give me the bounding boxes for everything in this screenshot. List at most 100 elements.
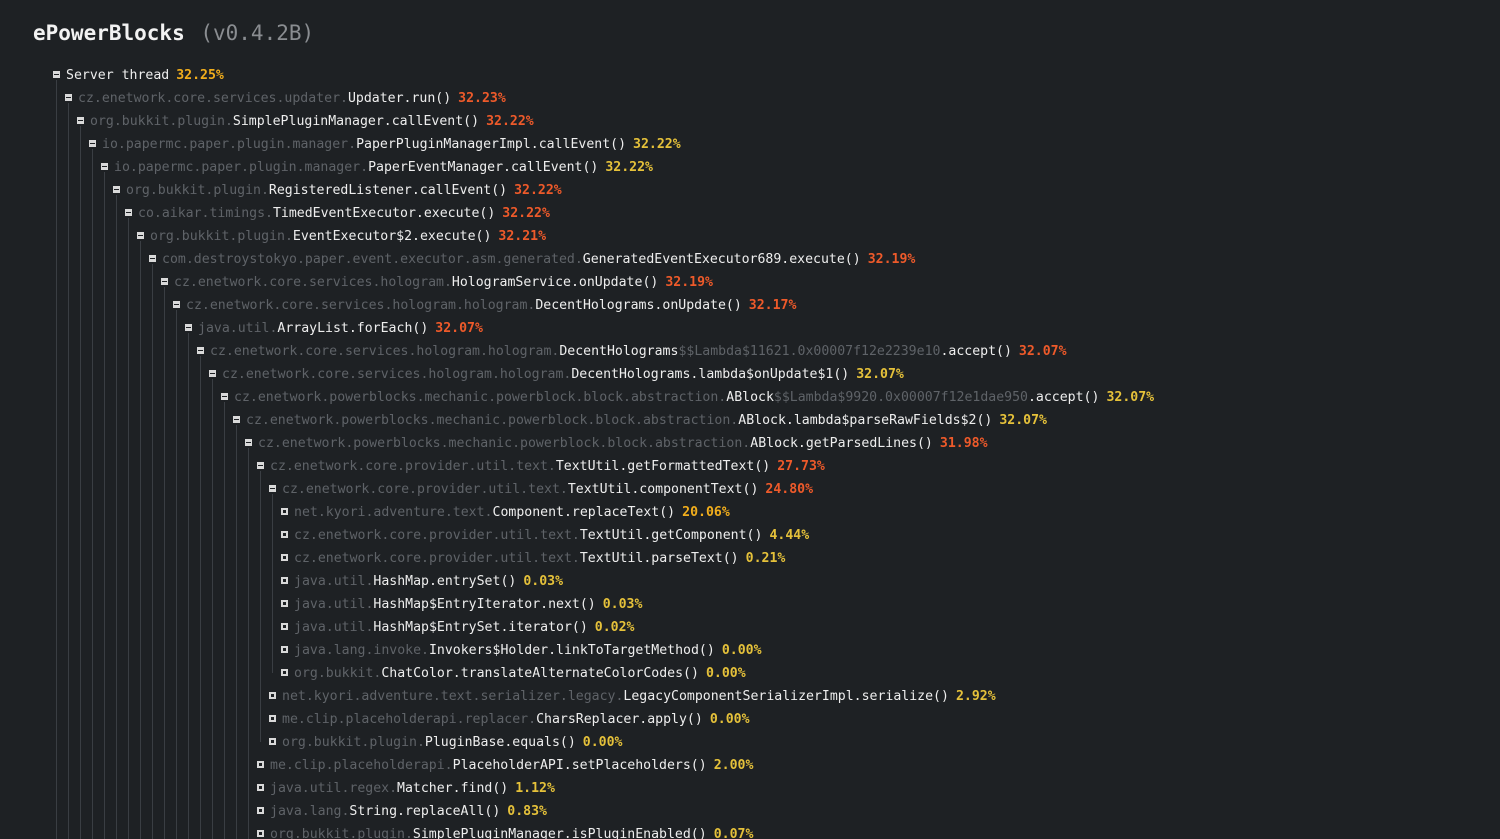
- tree-node[interactable]: cz.enetwork.core.provider.util.text.Text…: [257, 455, 825, 478]
- collapse-toggle-icon[interactable]: [209, 370, 216, 377]
- tree-node[interactable]: cz.enetwork.core.services.hologram.holog…: [173, 294, 796, 317]
- collapse-toggle-icon[interactable]: [125, 209, 132, 216]
- node-percentage: 0.00%: [582, 735, 623, 750]
- node-package: java.util.: [198, 321, 278, 336]
- tree-node[interactable]: cz.enetwork.powerblocks.mechanic.powerbl…: [221, 386, 1154, 409]
- tree-node[interactable]: org.bukkit.ChatColor.translateAlternateC…: [281, 662, 746, 685]
- tree-node[interactable]: me.clip.placeholderapi.PlaceholderAPI.se…: [257, 754, 753, 777]
- collapse-toggle-icon[interactable]: [233, 416, 240, 423]
- node-method: PaperEventManager.callEvent(): [368, 160, 599, 175]
- tree-node[interactable]: cz.enetwork.core.services.hologram.Holog…: [161, 271, 713, 294]
- tree-node[interactable]: org.bukkit.plugin.SimplePluginManager.is…: [257, 823, 753, 839]
- collapse-toggle-icon[interactable]: [185, 324, 192, 331]
- collapse-toggle-icon[interactable]: [257, 462, 264, 469]
- node-percentage: 2.00%: [713, 758, 754, 773]
- node-package: cz.enetwork.powerblocks.mechanic.powerbl…: [234, 390, 727, 405]
- tree-node[interactable]: java.util.HashMap$EntryIterator.next() 0.…: [281, 593, 642, 616]
- collapse-toggle-icon[interactable]: [137, 232, 144, 239]
- expand-toggle-icon[interactable]: [257, 761, 264, 768]
- collapse-toggle-icon[interactable]: [173, 301, 180, 308]
- collapse-toggle-icon[interactable]: [269, 485, 276, 492]
- tree-node[interactable]: java.util.ArrayList.forEach() 32.07%: [185, 317, 483, 340]
- node-method: TimedEventExecutor.execute(): [272, 206, 496, 221]
- tree-node[interactable]: java.util.HashMap.entrySet() 0.03%: [281, 570, 563, 593]
- tree-node[interactable]: java.util.HashMap$EntrySet.iterator() 0.0…: [281, 616, 634, 639]
- tree-node[interactable]: Server thread 32.25%: [53, 64, 224, 87]
- node-package: net.kyori.adventure.text.serializer.lega…: [282, 689, 624, 704]
- node-percentage: 0.00%: [705, 666, 746, 681]
- collapse-toggle-icon[interactable]: [161, 278, 168, 285]
- node-package: org.bukkit.plugin.: [282, 735, 425, 750]
- node-method: PlaceholderAPI.setPlaceholders(): [452, 758, 707, 773]
- tree-node[interactable]: java.lang.invoke.Invokers$Holder.linkToT…: [281, 639, 762, 662]
- collapse-toggle-icon[interactable]: [77, 117, 84, 124]
- expand-toggle-icon[interactable]: [281, 577, 288, 584]
- tree-node[interactable]: cz.enetwork.core.provider.util.text.Text…: [269, 478, 813, 501]
- node-method: HologramService.onUpdate(): [451, 275, 659, 290]
- tree-node[interactable]: cz.enetwork.core.services.hologram.holog…: [197, 340, 1067, 363]
- tree-guide-line: [140, 241, 141, 839]
- tree-guide-line: [104, 172, 105, 839]
- collapse-toggle-icon[interactable]: [113, 186, 120, 193]
- node-percentage: 32.22%: [502, 206, 550, 221]
- tree-node[interactable]: net.kyori.adventure.text.Component.repla…: [281, 501, 730, 524]
- expand-toggle-icon[interactable]: [269, 692, 276, 699]
- tree-node[interactable]: cz.enetwork.core.provider.util.text.Text…: [281, 547, 785, 570]
- collapse-toggle-icon[interactable]: [53, 71, 60, 78]
- tree-guide-line: [176, 310, 177, 839]
- expand-toggle-icon[interactable]: [281, 646, 288, 653]
- tree-node[interactable]: org.bukkit.plugin.PluginBase.equals() 0.0…: [269, 731, 622, 754]
- collapse-toggle-icon[interactable]: [245, 439, 252, 446]
- node-percentage: 32.07%: [999, 413, 1047, 428]
- tree-node[interactable]: org.bukkit.plugin.RegisteredListener.cal…: [113, 179, 562, 202]
- tree-node[interactable]: java.util.regex.Matcher.find() 1.12%: [257, 777, 555, 800]
- tree-node[interactable]: java.lang.String.replaceAll() 0.83%: [257, 800, 547, 823]
- tree-node[interactable]: io.papermc.paper.plugin.manager.PaperPlu…: [89, 133, 681, 156]
- expand-toggle-icon[interactable]: [281, 508, 288, 515]
- expand-toggle-icon[interactable]: [281, 600, 288, 607]
- tree-guide-line: [68, 103, 69, 839]
- collapse-toggle-icon[interactable]: [149, 255, 156, 262]
- tree-guide-line: [248, 448, 249, 839]
- tree-node[interactable]: co.aikar.timings.TimedEventExecutor.exec…: [125, 202, 550, 225]
- tree-node[interactable]: cz.enetwork.core.provider.util.text.Text…: [281, 524, 809, 547]
- tree-node[interactable]: io.papermc.paper.plugin.manager.PaperEve…: [101, 156, 653, 179]
- node-percentage: 32.22%: [605, 160, 653, 175]
- expand-toggle-icon[interactable]: [257, 830, 264, 837]
- expand-toggle-icon[interactable]: [281, 531, 288, 538]
- tree-node[interactable]: cz.enetwork.core.services.updater.Update…: [65, 87, 506, 110]
- node-percentage: 20.06%: [682, 505, 730, 520]
- expand-toggle-icon[interactable]: [269, 738, 276, 745]
- collapse-toggle-icon[interactable]: [101, 163, 108, 170]
- tree-node[interactable]: cz.enetwork.powerblocks.mechanic.powerbl…: [245, 432, 988, 455]
- node-percentage: 32.22%: [514, 183, 562, 198]
- collapse-toggle-icon[interactable]: [65, 94, 72, 101]
- node-method: RegisteredListener.callEvent(): [268, 183, 508, 198]
- tree-node[interactable]: org.bukkit.plugin.EventExecutor$2.execut…: [137, 225, 546, 248]
- expand-toggle-icon[interactable]: [257, 784, 264, 791]
- node-method: DecentHolograms: [559, 344, 679, 359]
- expand-toggle-icon[interactable]: [257, 807, 264, 814]
- node-method-suffix: .accept(): [1027, 390, 1100, 405]
- expand-toggle-icon[interactable]: [281, 623, 288, 630]
- collapse-toggle-icon[interactable]: [221, 393, 228, 400]
- tree-node[interactable]: org.bukkit.plugin.SimplePluginManager.ca…: [77, 110, 534, 133]
- expand-toggle-icon[interactable]: [269, 715, 276, 722]
- node-package: co.aikar.timings.: [138, 206, 273, 221]
- node-percentage: 32.25%: [176, 68, 224, 83]
- node-percentage: 24.80%: [765, 482, 814, 497]
- node-package: org.bukkit.plugin.: [150, 229, 293, 244]
- tree-node[interactable]: cz.enetwork.core.services.hologram.holog…: [209, 363, 904, 386]
- node-percentage: 27.73%: [777, 459, 825, 474]
- node-percentage: 1.12%: [515, 781, 555, 796]
- tree-node[interactable]: me.clip.placeholderapi.replacer.CharsRep…: [269, 708, 750, 731]
- node-method: Invokers$Holder.linkToTargetMethod(): [428, 643, 715, 658]
- node-package: cz.enetwork.core.provider.util.text.: [282, 482, 568, 497]
- tree-node[interactable]: net.kyori.adventure.text.serializer.lega…: [269, 685, 996, 708]
- collapse-toggle-icon[interactable]: [197, 347, 204, 354]
- tree-node[interactable]: com.destroystokyo.paper.event.executor.a…: [149, 248, 915, 271]
- tree-node[interactable]: cz.enetwork.powerblocks.mechanic.powerbl…: [233, 409, 1047, 432]
- expand-toggle-icon[interactable]: [281, 554, 288, 561]
- collapse-toggle-icon[interactable]: [89, 140, 96, 147]
- expand-toggle-icon[interactable]: [281, 669, 288, 676]
